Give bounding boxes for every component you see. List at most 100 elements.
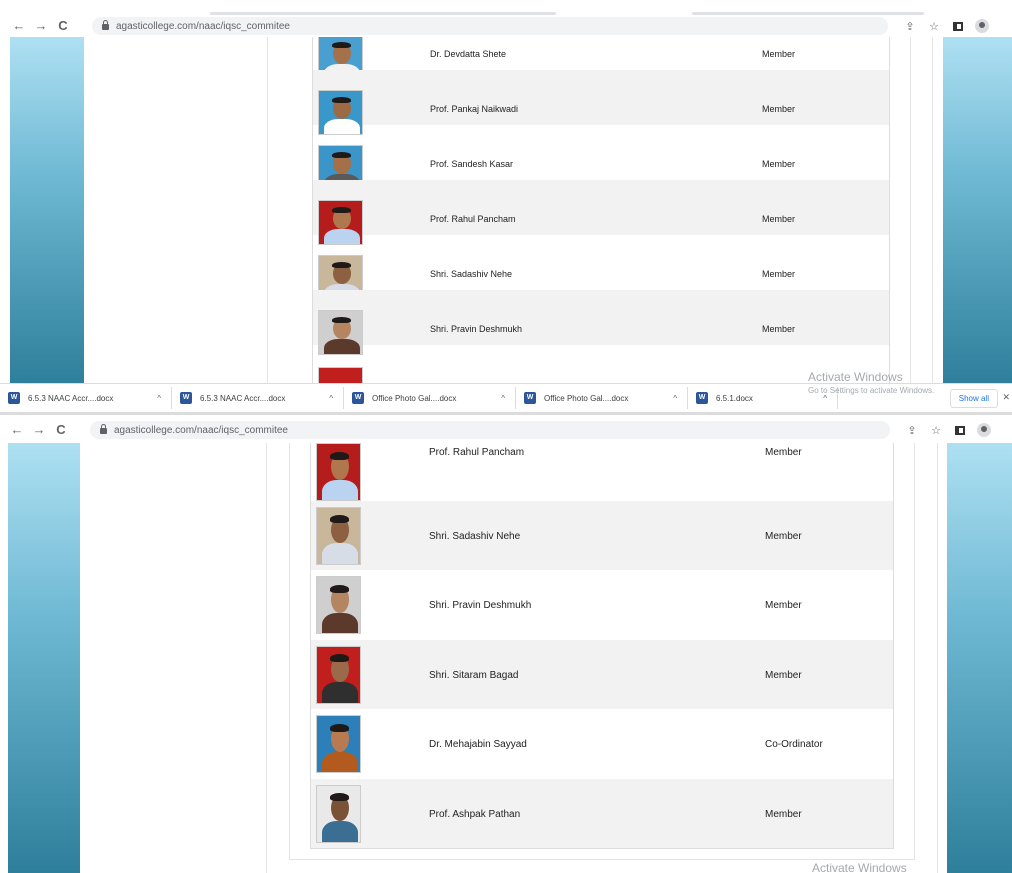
word-doc-icon: W [352, 392, 364, 404]
member-name-shri-sadashiv-nehe: Shri. Sadashiv Nehe [429, 530, 521, 542]
forward-icon[interactable]: → [28, 419, 50, 441]
reload-icon[interactable]: C [52, 15, 74, 37]
activate-windows-subtitle: Go to Settings to activate Windows. [808, 386, 935, 395]
table-row: Shri. Sadashiv Nehe Member [311, 500, 893, 570]
download-filename: Office Photo Gal....docx [544, 393, 629, 403]
word-doc-icon: W [524, 392, 536, 404]
chevron-up-icon[interactable]: ^ [157, 394, 161, 403]
download-item[interactable]: W Office Photo Gal....docx ^ [344, 387, 516, 409]
member-role: Member [765, 447, 802, 458]
browser-toolbar: ← → C agasticollege.com/naac/iqsc_commit… [0, 419, 1012, 441]
forward-icon[interactable]: → [30, 15, 52, 37]
lock-icon [100, 424, 107, 434]
profile-icon[interactable] [975, 19, 989, 33]
table-row: Prof. Ashpak Pathan Member [311, 778, 893, 848]
member-role: Member [762, 214, 796, 224]
table-row: Dr. Devdatta Shete Member [313, 37, 889, 80]
back-icon[interactable]: ← [6, 419, 28, 441]
table-row: Prof. Rahul Pancham Member [313, 180, 889, 245]
reload-icon[interactable]: C [50, 419, 72, 441]
member-photo [318, 310, 363, 355]
close-icon[interactable]: ✕ [1002, 392, 1010, 403]
divider-line [937, 443, 938, 873]
download-filename: 6.5.3 NAAC Accr....docx [200, 393, 286, 403]
lock-icon [102, 20, 109, 30]
share-icon[interactable]: ⇪ [905, 423, 919, 437]
member-photo [316, 443, 361, 501]
table-row: Dr. Mehajabin Sayyad Co-Ordinator [311, 709, 893, 779]
address-bar[interactable]: agasticollege.com/naac/iqsc_commitee [92, 17, 888, 35]
word-doc-icon: W [8, 392, 20, 404]
right-side-banner [947, 443, 1012, 873]
member-name-prof-rahul-pancham: Prof. Rahul Pancham [430, 214, 516, 224]
member-role: Member [765, 530, 802, 542]
member-role: Member [765, 808, 802, 820]
member-name-prof-sandesh-kasar: Prof. Sandesh Kasar [430, 159, 514, 169]
member-role: Member [762, 269, 796, 279]
divider-line [932, 37, 933, 383]
member-role: Member [762, 324, 796, 334]
activate-windows-watermark: Activate Windows [812, 861, 907, 873]
table-row: Prof. Rahul Pancham Member [311, 443, 893, 501]
member-role: Member [762, 49, 796, 59]
member-name-prof-rahul-pancham: Prof. Rahul Pancham [429, 447, 525, 458]
divider-line [266, 443, 267, 873]
activate-windows-watermark: Activate Windows [808, 370, 903, 384]
committee-table: Dr. Devdatta Shete Member Prof. Pankaj Nai… [312, 37, 890, 383]
download-item[interactable]: W 6.5.3 NAAC Accr....docx ^ [172, 387, 344, 409]
bookmark-star-icon[interactable]: ☆ [927, 19, 941, 33]
profile-icon[interactable] [977, 423, 991, 437]
committee-table: Prof. Rahul Pancham Member Shri. Sadashiv … [310, 443, 894, 849]
right-side-banner [943, 37, 1012, 383]
back-icon[interactable]: ← [8, 15, 30, 37]
member-name-shri-sitaram-bagad: Shri. Sitaram Bagad [429, 669, 519, 681]
left-side-banner [8, 443, 80, 873]
member-photo [316, 576, 361, 634]
browser-toolbar: ← → C agasticollege.com/naac/iqsc_commit… [0, 15, 1012, 37]
table-row: Shri. Sadashiv Nehe Member [313, 235, 889, 300]
divider-line [910, 37, 911, 383]
member-photo [316, 784, 361, 843]
member-name-shri-sadashiv-nehe: Shri. Sadashiv Nehe [430, 269, 513, 279]
page-viewport: Prof. Rahul Pancham Member Shri. Sadashiv … [0, 443, 1012, 873]
divider-line [289, 859, 915, 860]
member-name-shri-pravin-deshmukh: Shri. Pravin Deshmukh [430, 324, 523, 334]
download-filename: 6.5.1.docx [716, 393, 753, 403]
member-photo [316, 715, 361, 773]
table-row: Prof. Sandesh Kasar Member [313, 125, 889, 190]
download-item[interactable]: W 6.5.3 NAAC Accr....docx ^ [0, 387, 172, 409]
table-row: Shri. Pravin Deshmukh Member [313, 290, 889, 355]
member-photo [316, 506, 361, 565]
top-browser-window: ← → C agasticollege.com/naac/iqsc_commit… [0, 0, 1012, 412]
member-name-dr-devdatta-shete: Dr. Devdatta Shete [430, 49, 507, 59]
table-row: Prof. Pankaj Naikwadi Member [313, 70, 889, 135]
member-name-prof-ashpak-pathan: Prof. Ashpak Pathan [429, 808, 521, 820]
url-text: agasticollege.com/naac/iqsc_commitee [114, 424, 288, 436]
download-filename: Office Photo Gal....docx [372, 393, 457, 403]
word-doc-icon: W [696, 392, 708, 404]
download-item[interactable]: W Office Photo Gal....docx ^ [516, 387, 688, 409]
divider-line [267, 37, 268, 383]
left-side-banner [10, 37, 84, 383]
side-panel-icon[interactable] [953, 423, 967, 437]
member-name-dr-mehajabin-sayyad: Dr. Mehajabin Sayyad [429, 739, 527, 750]
download-filename: 6.5.3 NAAC Accr....docx [28, 393, 114, 403]
chevron-up-icon[interactable]: ^ [673, 394, 677, 403]
side-panel-icon[interactable] [951, 19, 965, 33]
page-viewport: Dr. Devdatta Shete Member Prof. Pankaj Nai… [0, 37, 1012, 383]
address-bar[interactable]: agasticollege.com/naac/iqsc_commitee [90, 421, 890, 439]
member-role: Member [762, 159, 796, 169]
url-text: agasticollege.com/naac/iqsc_commitee [116, 20, 290, 32]
member-role: Member [765, 600, 802, 611]
member-name-shri-pravin-deshmukh: Shri. Pravin Deshmukh [429, 600, 532, 611]
chevron-up-icon[interactable]: ^ [329, 394, 333, 403]
share-icon[interactable]: ⇪ [903, 19, 917, 33]
member-photo [316, 645, 361, 704]
tab-strip [0, 0, 1012, 15]
member-photo [318, 367, 363, 383]
chevron-up-icon[interactable]: ^ [501, 394, 505, 403]
table-row: Shri. Pravin Deshmukh Member [311, 570, 893, 640]
divider-line [289, 443, 290, 859]
bookmark-star-icon[interactable]: ☆ [929, 423, 943, 437]
show-all-button[interactable]: Show all [949, 389, 998, 408]
